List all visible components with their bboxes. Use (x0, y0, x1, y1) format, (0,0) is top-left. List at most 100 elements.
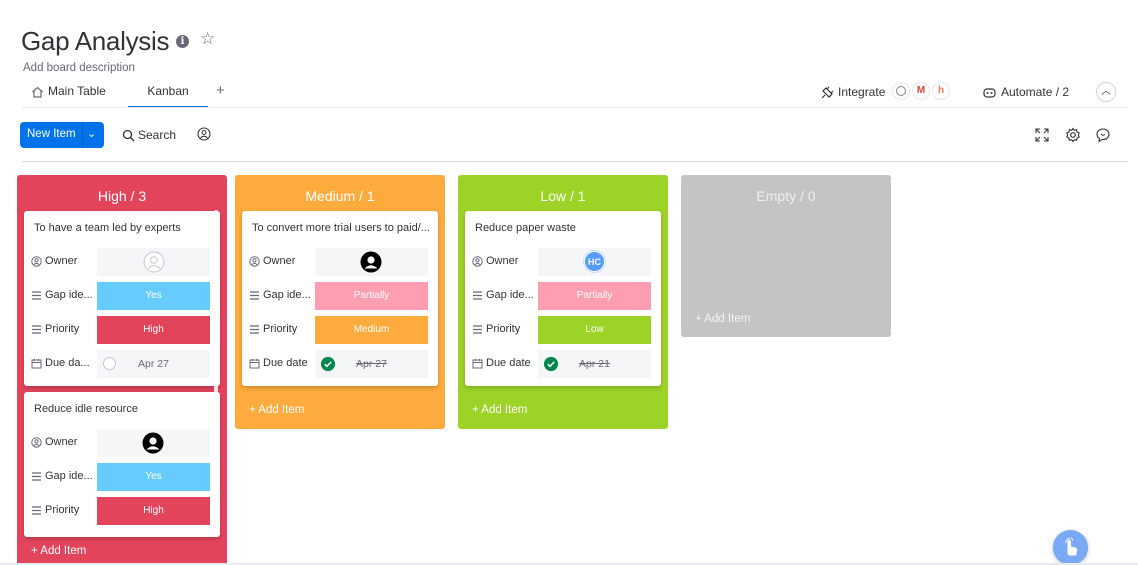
column-header[interactable]: Empty / 0 (681, 188, 891, 204)
date-cell[interactable]: Apr 27 (315, 350, 428, 378)
new-item-label: New Item (27, 128, 76, 140)
add-item-button[interactable]: + Add Item (249, 404, 304, 416)
field-label: Gap ide... (263, 289, 311, 302)
chevron-up-icon: ︿ (1101, 86, 1111, 97)
kanban-column-medium[interactable]: Medium / 1 To convert more trial users t… (235, 175, 445, 429)
fullscreen-icon[interactable] (1034, 127, 1050, 143)
field-label: Due date (263, 357, 308, 370)
card-title[interactable]: Reduce paper waste (475, 222, 655, 234)
status-lines-icon (250, 290, 259, 300)
priority-cell[interactable]: High (97, 316, 210, 344)
card-title[interactable]: To convert more trial users to paid/... (252, 222, 432, 234)
kanban-column-high[interactable]: High / 3 To have a team led by experts O… (17, 175, 227, 565)
date-cell[interactable]: Apr 27 (97, 350, 210, 378)
add-item-button[interactable]: + Add Item (472, 404, 527, 416)
card-field-gap: Gap ide... Partially (242, 282, 438, 310)
person-icon (249, 255, 260, 267)
star-icon[interactable]: ☆ (200, 29, 215, 49)
status-cell[interactable]: Yes (97, 463, 210, 491)
hubspot-icon: h (932, 82, 950, 100)
kanban-card[interactable]: Reduce idle resource Owner Gap ide... Ye… (24, 392, 220, 537)
person-icon (31, 436, 42, 448)
person-icon (31, 255, 42, 267)
priority-cell[interactable]: High (97, 497, 210, 525)
feedback-icon[interactable] (1095, 127, 1111, 143)
card-field-due-date: Due da... Apr 27 (24, 350, 220, 378)
card-field-due-date: Due date Apr 27 (242, 350, 438, 378)
field-label: Gap ide... (45, 289, 93, 302)
tab-main-table-label: Main Table (48, 84, 106, 98)
kanban-card[interactable]: Reduce paper waste Owner HC Gap ide... P… (465, 211, 661, 386)
status-cell[interactable]: Partially (538, 282, 651, 310)
check-icon[interactable] (544, 357, 558, 371)
status-lines-icon (250, 324, 259, 334)
card-field-gap: Gap ide... Yes (24, 463, 220, 491)
kanban-column-low[interactable]: Low / 1 Reduce paper waste Owner HC Gap … (458, 175, 668, 429)
field-label: Owner (45, 436, 78, 449)
add-view-button[interactable]: + (216, 80, 230, 108)
priority-cell[interactable]: Low (538, 316, 651, 344)
status-lines-icon (32, 290, 41, 300)
search-button[interactable]: Search (122, 128, 176, 144)
check-icon[interactable] (321, 357, 335, 371)
collapse-header-button[interactable]: ︿ (1096, 82, 1116, 102)
user-avatar-icon (360, 251, 382, 273)
card-field-priority: Priority High (24, 316, 220, 344)
add-item-button[interactable]: + Add Item (31, 545, 86, 557)
calendar-icon (249, 358, 260, 369)
column-header[interactable]: High / 3 (17, 188, 227, 204)
status-cell[interactable]: Yes (97, 282, 210, 310)
card-title[interactable]: Reduce idle resource (34, 403, 214, 415)
priority-cell[interactable]: Medium (315, 316, 428, 344)
automate-button[interactable]: Automate / 2 (982, 83, 1069, 101)
owner-cell[interactable] (97, 248, 210, 276)
date-value: Apr 21 (579, 358, 610, 370)
status-lines-icon (473, 324, 482, 334)
robot-icon (983, 88, 996, 98)
help-button[interactable] (1053, 530, 1088, 565)
date-value: Apr 27 (138, 358, 169, 370)
search-label: Search (138, 128, 177, 142)
owner-cell[interactable]: HC (538, 248, 651, 276)
card-field-owner: Owner HC (465, 248, 661, 276)
date-cell[interactable]: Apr 21 (538, 350, 651, 378)
kanban-column-empty[interactable]: Empty / 0 + Add Item (681, 175, 891, 337)
info-icon[interactable]: i (176, 35, 189, 48)
calendar-icon (31, 358, 42, 369)
column-header[interactable]: Low / 1 (458, 188, 668, 204)
kanban-card[interactable]: To have a team led by experts Owner Gap … (24, 211, 220, 386)
tabs-divider (22, 107, 1128, 108)
integrate-button[interactable]: Integrate (820, 83, 885, 101)
settings-gear-icon[interactable] (1065, 127, 1081, 143)
tab-main-table[interactable]: Main Table (31, 80, 131, 108)
field-label: Owner (263, 255, 296, 268)
card-field-gap: Gap ide... Partially (465, 282, 661, 310)
chevron-down-icon[interactable]: ⌄ (87, 127, 96, 140)
incomplete-circle-icon[interactable] (103, 357, 116, 370)
card-title[interactable]: To have a team led by experts (34, 222, 214, 234)
integrate-label: Integrate (838, 85, 886, 99)
new-item-button[interactable]: New Item ⌄ (20, 122, 104, 148)
person-filter-icon[interactable] (197, 127, 211, 141)
owner-cell[interactable] (315, 248, 428, 276)
column-header[interactable]: Medium / 1 (235, 188, 445, 204)
field-label: Owner (486, 255, 519, 268)
column-scrollbar[interactable] (214, 210, 218, 400)
integration-logo-icon (892, 82, 910, 100)
status-cell[interactable]: Partially (315, 282, 428, 310)
card-field-priority: Priority Low (465, 316, 661, 344)
field-label: Gap ide... (486, 289, 534, 302)
gmail-icon: M (912, 82, 930, 100)
add-item-button[interactable]: + Add Item (695, 313, 750, 325)
board-title[interactable]: Gap Analysis (21, 26, 169, 57)
field-label: Priority (486, 323, 521, 336)
kanban-card[interactable]: To convert more trial users to paid/... … (242, 211, 438, 386)
tab-kanban[interactable]: Kanban (128, 80, 208, 108)
field-label: Priority (45, 504, 80, 517)
card-field-owner: Owner (24, 429, 220, 457)
card-field-owner: Owner (242, 248, 438, 276)
integrate-icon (821, 86, 834, 99)
board-description[interactable]: Add board description (23, 62, 135, 74)
user-avatar-icon (142, 432, 164, 454)
owner-cell[interactable] (97, 429, 210, 457)
